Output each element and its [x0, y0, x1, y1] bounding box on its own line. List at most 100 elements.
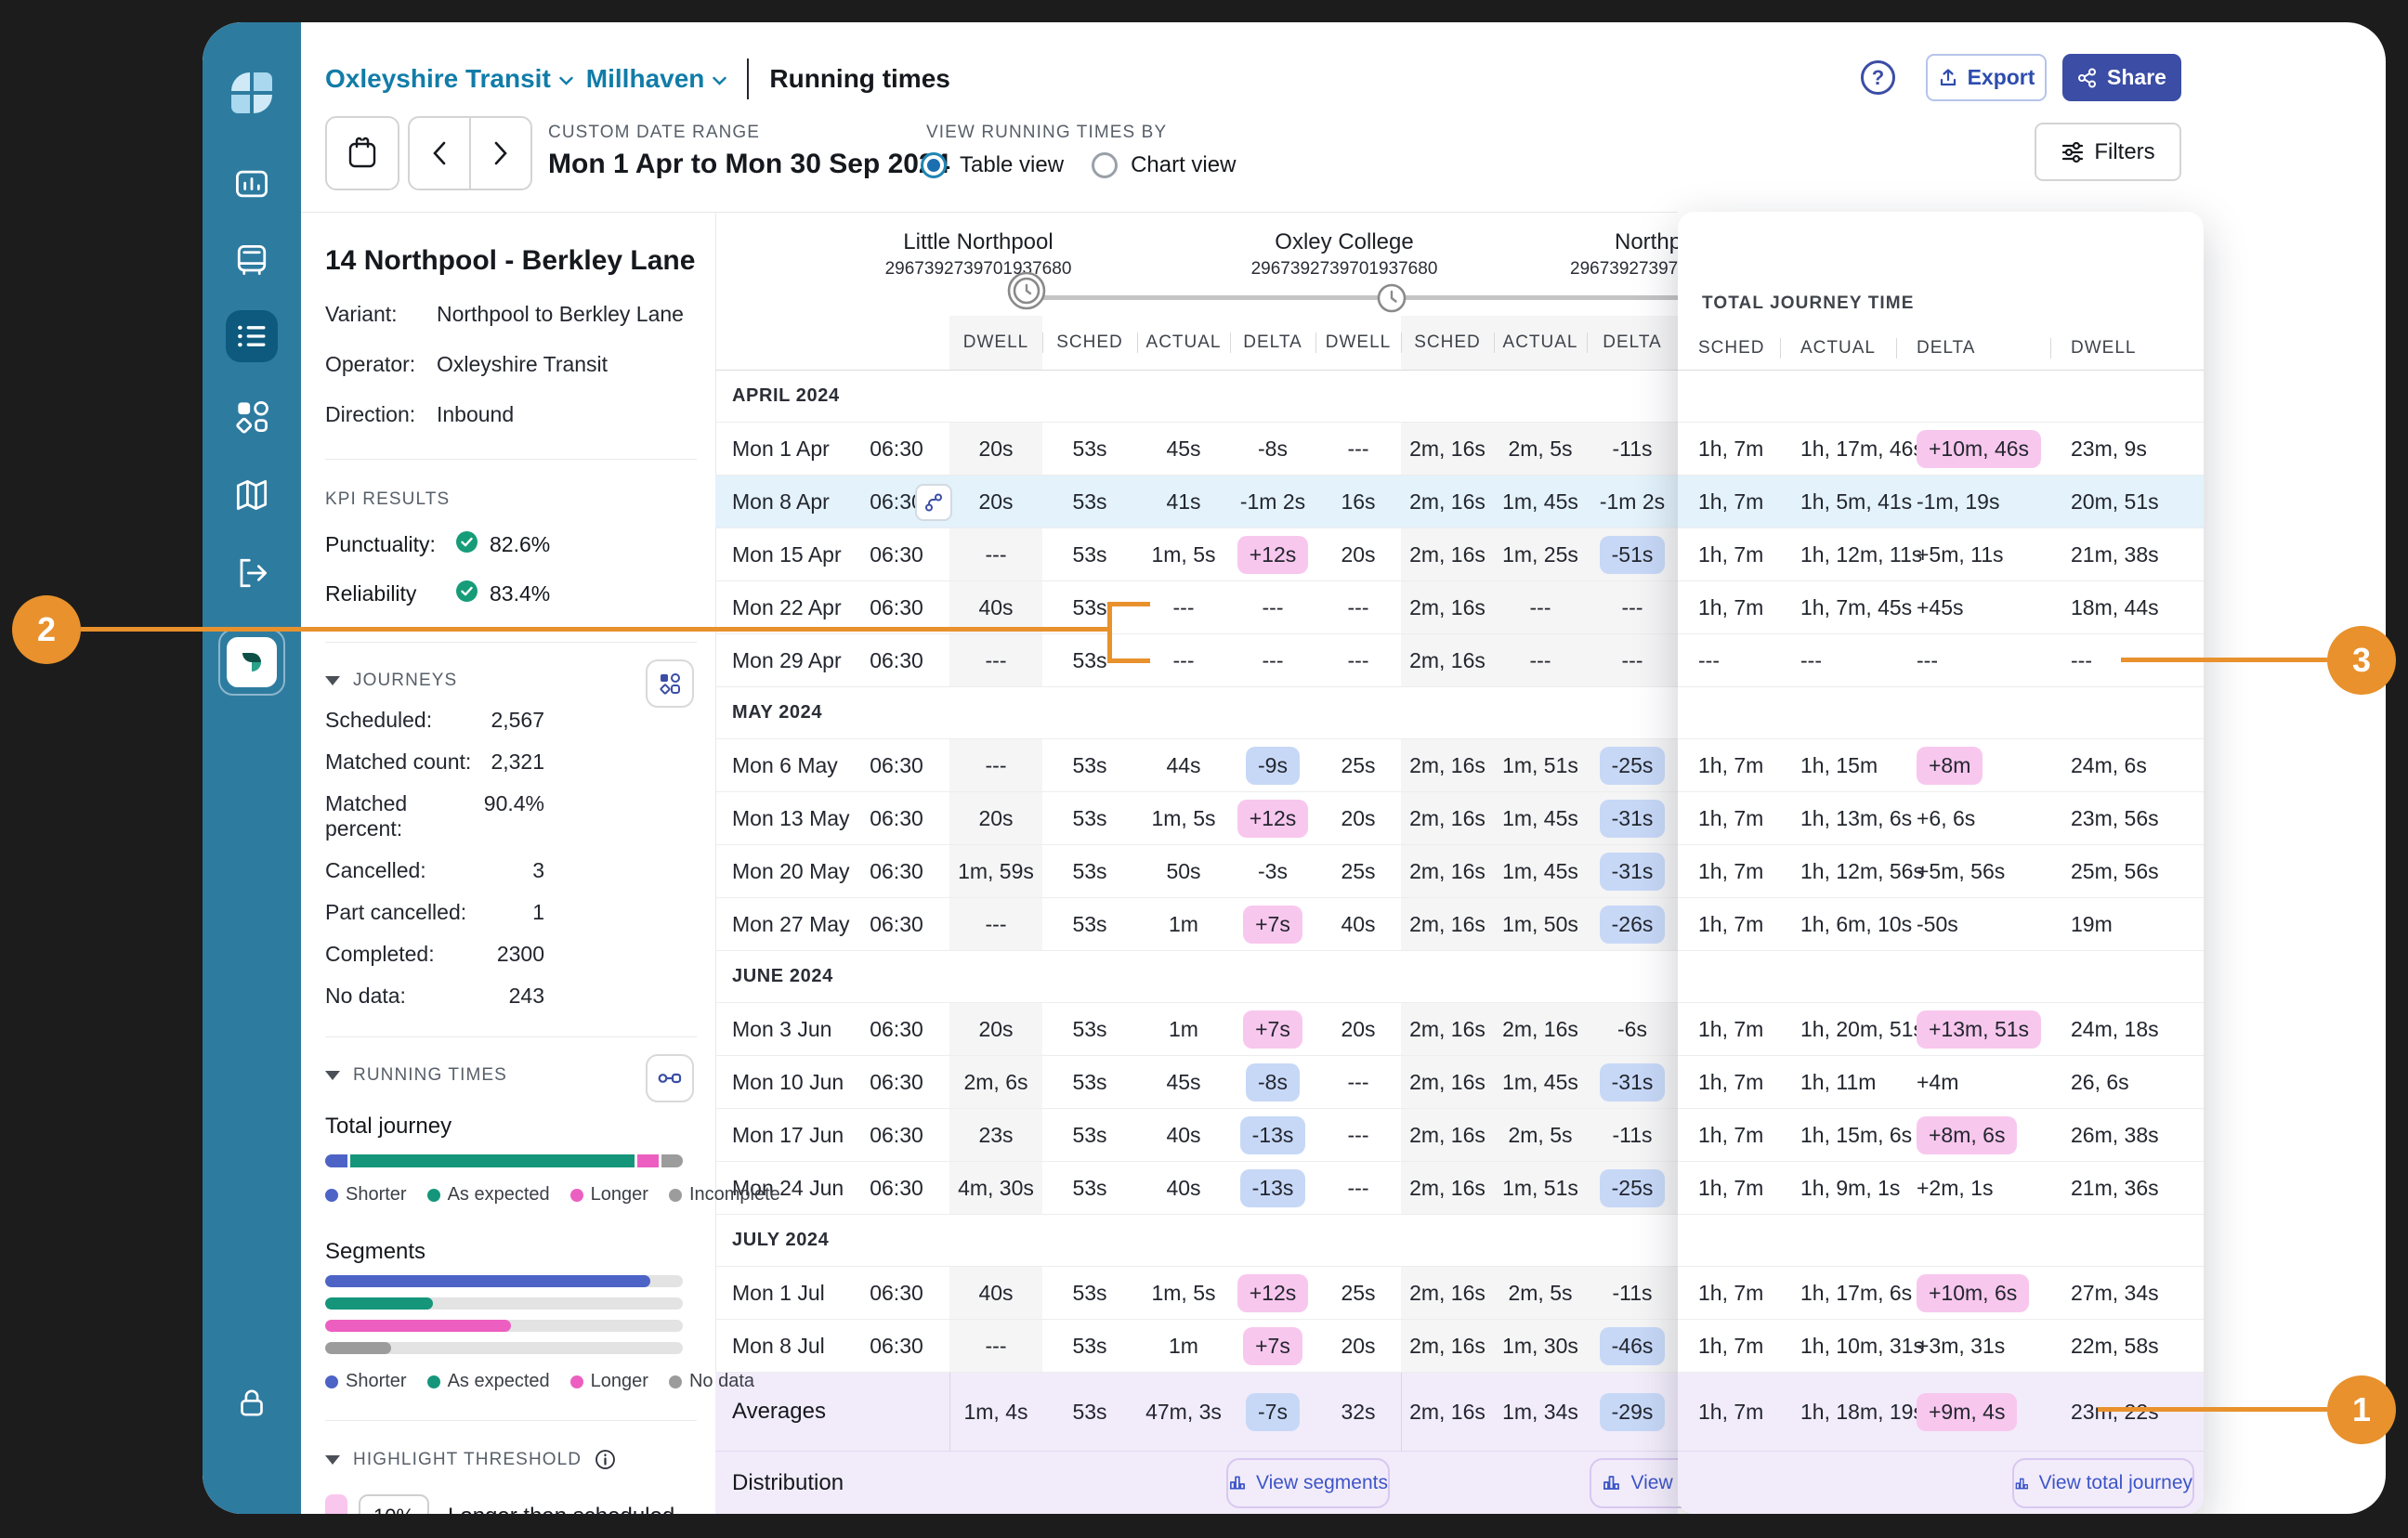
table-cell: 23m, 22s — [2050, 1373, 2204, 1451]
legend-dot — [570, 1375, 583, 1388]
sidebar-item-logout[interactable] — [226, 547, 278, 599]
table-cell: 1h, 7m — [1678, 1320, 1780, 1372]
segment-bar-track — [325, 1275, 683, 1287]
info-icon[interactable] — [595, 1449, 616, 1470]
partner-brand-badge[interactable] — [218, 629, 285, 696]
next-period-button[interactable] — [471, 118, 530, 189]
prev-period-button[interactable] — [410, 118, 471, 189]
chevron-left-icon — [432, 141, 447, 165]
sidebar-item-running-times[interactable] — [226, 310, 278, 362]
view-segments-button[interactable]: View segments — [1226, 1458, 1390, 1508]
running-times-section-header[interactable]: RUNNING TIMES — [325, 1065, 697, 1086]
table-row[interactable]: Mon 17 Jun06:3023s53s40s-13s---2m, 16s2m… — [715, 1109, 1678, 1162]
table-cell: +13m, 51s — [1896, 1003, 2050, 1055]
view-total-journey-button[interactable]: View total journey — [2012, 1458, 2194, 1508]
total-journey-row[interactable]: 1h, 7m1h, 9m, 1s+2m, 1s21m, 36s — [1678, 1162, 2204, 1215]
table-row[interactable]: Mon 1 Apr06:3020s53s45s-8s---2m, 16s2m, … — [715, 423, 1678, 476]
breadcrumb-area[interactable]: Millhaven — [586, 64, 727, 94]
table-cell: 26, 6s — [2050, 1056, 2204, 1108]
total-column-header-delta: DELTA — [1896, 327, 2050, 370]
total-journey-row[interactable]: 1h, 7m1h, 17m, 46s+10m, 46s23m, 9s — [1678, 423, 2204, 476]
month-header: MAY 2024 — [715, 687, 1678, 739]
table-row[interactable]: Mon 20 May06:301m, 59s53s50s-3s25s2m, 16… — [715, 845, 1678, 898]
distribution-icon — [2014, 1474, 2030, 1493]
lock-icon[interactable] — [226, 1376, 278, 1428]
stop-clock-icon[interactable] — [1006, 270, 1047, 316]
table-row[interactable]: Mon 13 May06:3020s53s1m, 5s+12s20s2m, 16… — [715, 792, 1678, 845]
help-icon[interactable]: ? — [1861, 60, 1895, 95]
segment-link-button[interactable] — [646, 1054, 694, 1102]
total-journey-row[interactable]: 1h, 7m1h, 10m, 31s+3m, 31s22m, 58s — [1678, 1320, 2204, 1373]
detail-label: Variant: — [325, 302, 437, 327]
sidebar-item-map[interactable] — [226, 469, 278, 521]
table-cell: 23m, 56s — [2050, 792, 2204, 844]
total-journey-row[interactable]: 1h, 7m1h, 6m, 10s-50s19m — [1678, 898, 2204, 951]
stat-value: 1 — [532, 900, 544, 925]
column-header-delta: DELTA — [1230, 316, 1315, 370]
journey-stat-row: Matched count:2,321 — [325, 749, 544, 775]
total-averages-row: 1h, 7m1h, 18m, 19s+9m, 4s23m, 22s — [1678, 1373, 2204, 1451]
journey-branch-button[interactable] — [915, 484, 952, 521]
table-cell: -11s — [1587, 1109, 1678, 1161]
column-header-sched: SCHED — [1042, 316, 1137, 370]
table-cell: 2m, 16s — [1401, 1267, 1494, 1319]
threshold-section-header[interactable]: HIGHLIGHT THRESHOLD — [325, 1449, 697, 1470]
running-times-heading: RUNNING TIMES — [353, 1065, 507, 1086]
total-journey-row[interactable]: 1h, 7m1h, 12m, 11s+5m, 11s21m, 38s — [1678, 528, 2204, 581]
header-time-spacer — [844, 316, 949, 370]
delta-pill-pink: +10m, 6s — [1917, 1274, 2029, 1312]
sidebar-item-vehicles[interactable] — [226, 234, 278, 286]
total-journey-row[interactable]: 1h, 7m1h, 13m, 6s+6, 6s23m, 56s — [1678, 792, 2204, 845]
share-button[interactable]: Share — [2062, 54, 2181, 101]
table-row[interactable]: Mon 29 Apr06:30---53s---------2m, 16s---… — [715, 634, 1678, 687]
table-row[interactable]: Mon 15 Apr06:30---53s1m, 5s+12s20s2m, 16… — [715, 528, 1678, 581]
total-journey-row[interactable]: 1h, 7m1h, 12m, 56s+5m, 56s25m, 56s — [1678, 845, 2204, 898]
total-journey-row[interactable]: 1h, 7m1h, 20m, 51s+13m, 51s24m, 18s — [1678, 1003, 2204, 1056]
total-journey-row[interactable]: 1h, 7m1h, 17m, 6s+10m, 6s27m, 34s — [1678, 1267, 2204, 1320]
view-option-chart-view[interactable]: Chart view — [1092, 152, 1236, 178]
collapse-icon — [325, 1455, 340, 1465]
calendar-button[interactable] — [325, 116, 399, 190]
export-button[interactable]: Export — [1926, 54, 2047, 101]
table-cell: +12s — [1230, 528, 1315, 580]
sidebar-item-blocks[interactable] — [226, 390, 278, 442]
table-cell: +10m, 6s — [1896, 1267, 2050, 1319]
row-date: Mon 1 Apr — [715, 423, 844, 475]
view-toggle: Table view Chart view — [921, 152, 1236, 178]
longer-swatch — [325, 1494, 347, 1514]
total-journey-row[interactable]: 1h, 7m1h, 5m, 41s-1m, 19s20m, 51s — [1678, 476, 2204, 528]
table-cell: 1h, 20m, 51s — [1780, 1003, 1896, 1055]
table-row[interactable]: Mon 8 Jul06:30---53s1m+7s20s2m, 16s1m, 3… — [715, 1320, 1678, 1373]
table-row[interactable]: Mon 1 Jul06:3040s53s1m, 5s+12s25s2m, 16s… — [715, 1267, 1678, 1320]
table-cell: 1m, 25s — [1494, 528, 1587, 580]
table-cell: 19m — [2050, 898, 2204, 950]
date-range-value[interactable]: Mon 1 Apr to Mon 30 Sep 2024 — [548, 149, 949, 180]
table-cell: 1m, 45s — [1494, 476, 1587, 528]
table-row[interactable]: Mon 3 Jun06:3020s53s1m+7s20s2m, 16s2m, 1… — [715, 1003, 1678, 1056]
app-window: Oxleyshire Transit Millhaven Running tim… — [203, 22, 2386, 1514]
table-row[interactable]: Mon 24 Jun06:304m, 30s53s40s-13s---2m, 1… — [715, 1162, 1678, 1215]
breadcrumb-operator[interactable]: Oxleyshire Transit — [325, 64, 573, 94]
callout-3-line — [2121, 658, 2327, 662]
total-journey-row[interactable]: 1h, 7m1h, 7m, 45s+45s18m, 44s — [1678, 581, 2204, 634]
view-option-table-view[interactable]: Table view — [921, 152, 1064, 178]
table-cell: --- — [1315, 634, 1401, 686]
total-journey-row[interactable]: 1h, 7m1h, 11m+4m26, 6s — [1678, 1056, 2204, 1109]
table-row[interactable]: Mon 27 May06:30---53s1m+7s40s2m, 16s1m, … — [715, 898, 1678, 951]
table-row[interactable]: Mon 6 May06:30---53s44s-9s25s2m, 16s1m, … — [715, 739, 1678, 792]
total-journey-row[interactable]: 1h, 7m1h, 15m, 6s+8m, 6s26m, 38s — [1678, 1109, 2204, 1162]
table-cell: -1m 2s — [1230, 476, 1315, 528]
journeys-section-header[interactable]: JOURNEYS — [325, 671, 697, 691]
journeys-matrix-button[interactable] — [646, 659, 694, 708]
table-row[interactable]: Mon 10 Jun06:302m, 6s53s45s-8s---2m, 16s… — [715, 1056, 1678, 1109]
table-cell: -13s — [1230, 1109, 1315, 1161]
journey-stat-row: Completed:2300 — [325, 942, 544, 967]
total-journey-row[interactable]: 1h, 7m1h, 15m+8m24m, 6s — [1678, 739, 2204, 792]
stop-clock-icon[interactable] — [1376, 282, 1407, 319]
sidebar-item-analytics[interactable] — [226, 158, 278, 210]
filters-button[interactable]: Filters — [2035, 123, 2181, 181]
longer-threshold-input[interactable]: 10% — [359, 1494, 429, 1514]
delta-pill-pink: +8m, 6s — [1917, 1116, 2017, 1154]
table-cell: 45s — [1137, 1056, 1230, 1108]
table-row[interactable]: Mon 8 Apr06:3020s53s41s-1m 2s16s2m, 16s1… — [715, 476, 1678, 528]
